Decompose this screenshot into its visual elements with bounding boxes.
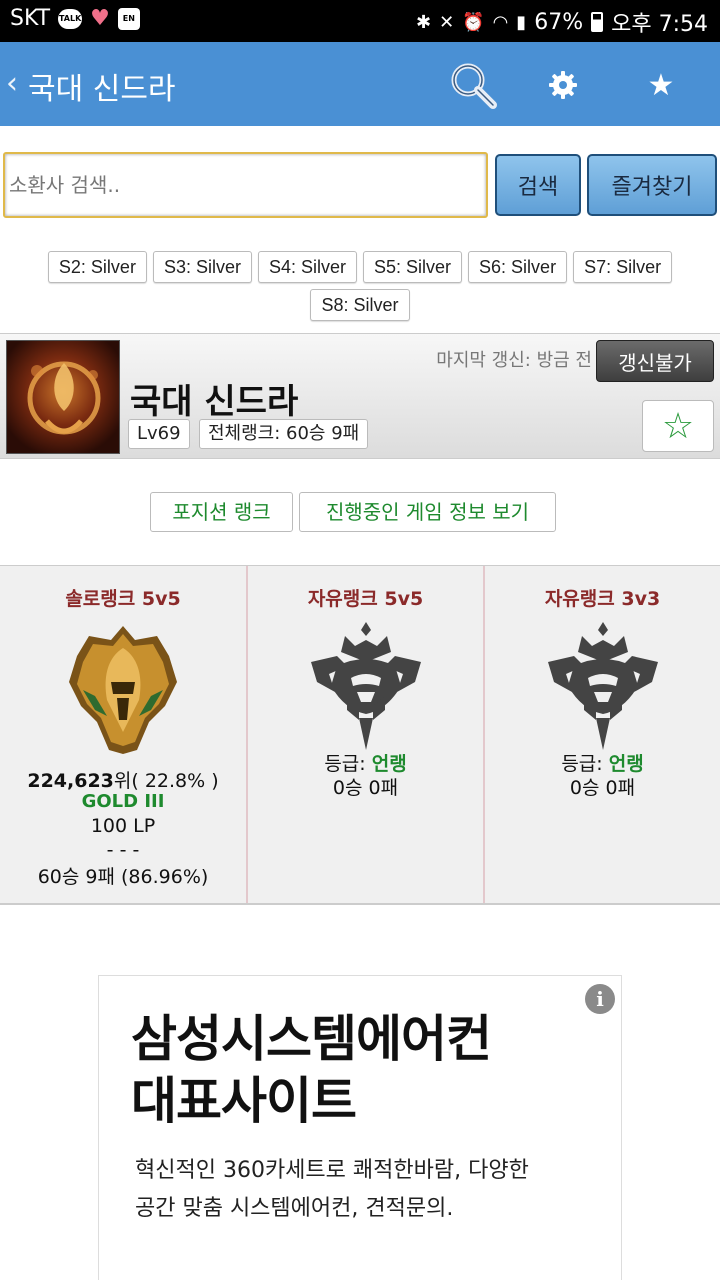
battery-percent: 67% <box>534 9 584 35</box>
chevron-left-icon[interactable]: ‹ <box>6 66 18 101</box>
flex5-rank-panel: 자유랭크 5v5 등급: 언랭 0승 0패 <box>248 566 485 903</box>
clock: 오후 7:54 <box>611 12 708 37</box>
ad-headline-line2: 대표사이트 <box>131 1072 357 1130</box>
season-history: S2: Silver S3: Silver S4: Silver S5: Sil… <box>0 251 720 321</box>
flex3-record: 0승 0패 <box>569 777 636 799</box>
mute-icon: ✕ <box>439 11 455 33</box>
ad-body-line1: 혁신적인 360카세트로 쾌적한바람, 다양한 <box>135 1158 529 1183</box>
unranked-emblem-icon <box>307 622 425 756</box>
search-icon[interactable] <box>446 58 500 112</box>
flex5-grade-label: 등급: <box>324 753 372 775</box>
solo-rank-panel: 솔로랭크 5v5 224,623위( 22.8% ) GOLD III 100 … <box>0 566 248 903</box>
solo-rank-position: 224,623위( 22.8% ) <box>0 766 246 793</box>
solo-separator: - - - <box>106 839 140 861</box>
season-badge: S2: Silver <box>47 251 147 283</box>
heart-icon: ♥ <box>90 6 110 31</box>
solo-rank-number: 224,623 <box>27 770 114 792</box>
solo-rank-percent: 위( 22.8% ) <box>113 770 219 792</box>
alarm-icon: ⏰ <box>462 11 485 33</box>
flex3-grade-label: 등급: <box>561 753 609 775</box>
total-rank-badge: 전체랭크: 60승 9패 <box>199 419 369 449</box>
carrier-label: SKT <box>10 6 51 31</box>
season-badge: S5: Silver <box>363 251 463 283</box>
kakaotalk-icon: TALK <box>58 8 83 29</box>
favorite-star-icon[interactable]: ☆ <box>642 400 714 452</box>
gear-icon[interactable] <box>536 58 590 112</box>
refresh-button[interactable]: 갱신불가 <box>596 340 714 382</box>
gold-emblem-icon <box>65 622 181 760</box>
flex3-rank-panel: 자유랭크 3v3 등급: 언랭 0승 0패 <box>485 566 720 903</box>
info-icon[interactable]: i <box>585 984 615 1014</box>
solo-tier: GOLD III <box>81 791 165 812</box>
en-shield-icon: EN <box>117 7 140 30</box>
flex3-grade-value: 언랭 <box>608 753 644 775</box>
ad-body: 혁신적인 360카세트로 쾌적한바람, 다양한 공간 맞춤 시스템에어컨, 견적… <box>135 1152 585 1228</box>
status-bar: SKT TALK ♥ EN ✱ ✕ ⏰ ◠ ▮ 67% 오후 7:54 <box>0 0 720 42</box>
unranked-emblem-icon <box>544 622 662 756</box>
position-rank-button[interactable]: 포지션 랭크 <box>150 492 293 532</box>
battery-icon <box>591 12 604 32</box>
flex5-grade-value: 언랭 <box>371 753 407 775</box>
season-badge: S8: Silver <box>310 289 410 321</box>
search-input[interactable] <box>3 152 488 218</box>
season-badge: S3: Silver <box>152 251 252 283</box>
signal-icon: ▮ <box>516 11 527 33</box>
flex3-rank-title: 자유랭크 3v3 <box>544 588 661 610</box>
level-badge: Lv69 <box>128 419 190 449</box>
search-button[interactable]: 검색 <box>495 154 581 216</box>
summoner-name: 국대 신드라 <box>130 382 299 422</box>
ad-headline-line1: 삼성시스템에어컨 <box>131 1010 492 1068</box>
flex3-grade: 등급: 언랭 <box>485 749 720 776</box>
rank-panels: 솔로랭크 5v5 224,623위( 22.8% ) GOLD III 100 … <box>0 565 720 905</box>
favorites-button[interactable]: 즐겨찾기 <box>587 154 717 216</box>
solo-rank-title: 솔로랭크 5v5 <box>65 588 181 610</box>
flex5-rank-title: 자유랭크 5v5 <box>307 588 424 610</box>
page-title: 국대 신드라 <box>28 72 176 107</box>
app-bar: ‹ 국대 신드라 ★ <box>0 42 720 126</box>
season-badge: S4: Silver <box>257 251 357 283</box>
ad-body-line2: 공간 맞춤 시스템에어컨, 견적문의. <box>135 1196 454 1221</box>
solo-record: 60승 9패 (86.96%) <box>37 866 209 888</box>
flex5-record: 0승 0패 <box>332 777 399 799</box>
summoner-avatar <box>6 340 120 454</box>
flex5-grade: 등급: 언랭 <box>248 749 483 776</box>
season-badge: S7: Silver <box>573 251 673 283</box>
last-update: 마지막 갱신: 방금 전 <box>436 350 592 371</box>
search-bar: 검색 즐겨찾기 <box>0 150 720 220</box>
bluetooth-icon: ✱ <box>415 11 432 33</box>
advertisement[interactable]: i 삼성시스템에어컨 대표사이트 혁신적인 360카세트로 쾌적한바람, 다양한… <box>98 975 622 1280</box>
solo-lp: 100 LP <box>90 815 156 837</box>
live-game-button[interactable]: 진행중인 게임 정보 보기 <box>299 492 556 532</box>
season-badge: S6: Silver <box>468 251 568 283</box>
wifi-icon: ◠ <box>492 11 509 33</box>
ad-headline: 삼성시스템에어컨 대표사이트 <box>131 1008 581 1132</box>
star-icon[interactable]: ★ <box>634 58 688 112</box>
